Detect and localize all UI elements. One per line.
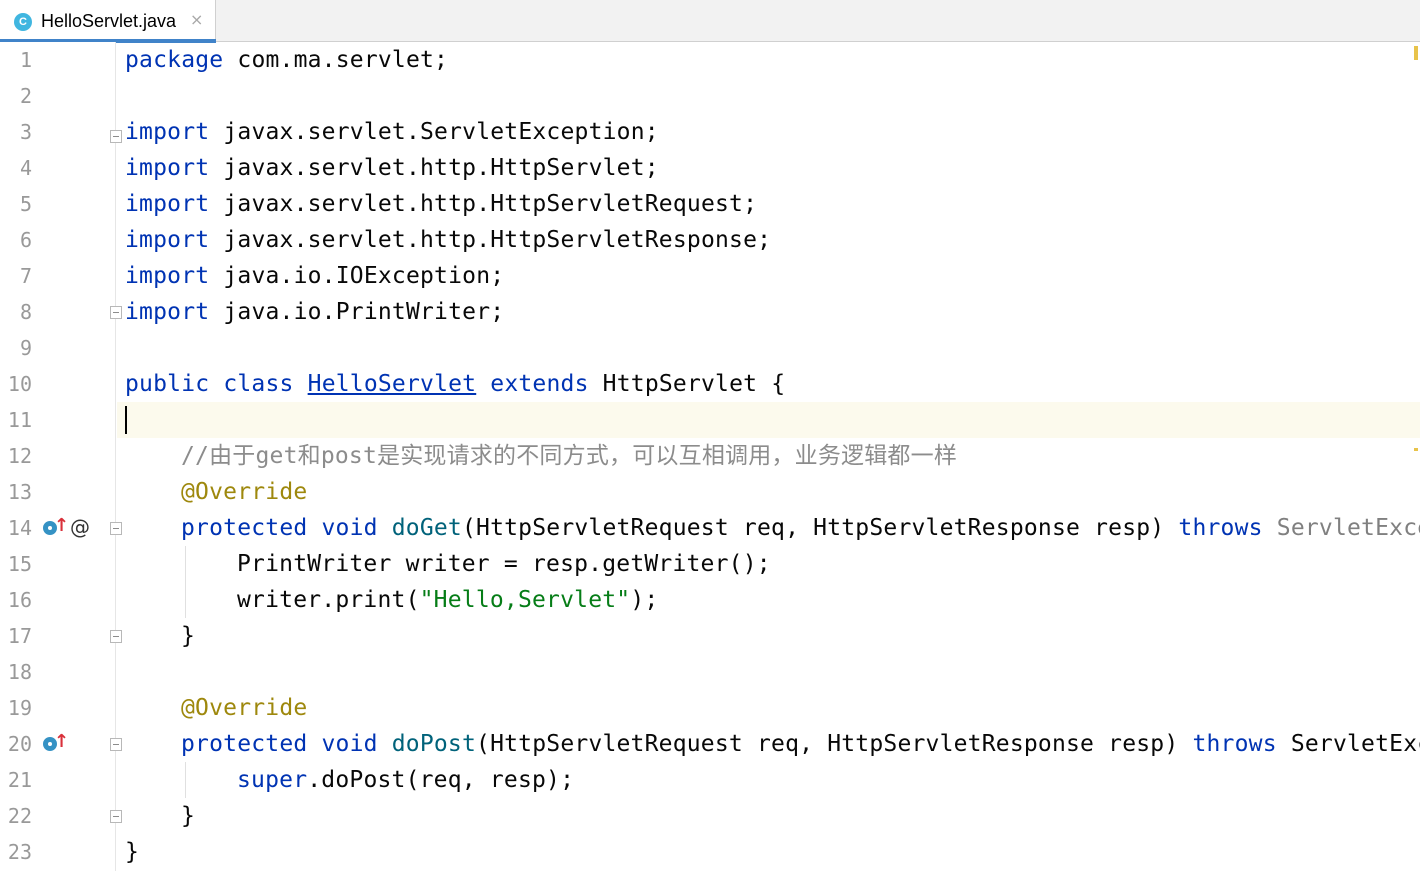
code-text: );	[630, 587, 659, 613]
method-name: doGet	[391, 515, 462, 541]
editor-tab-bar: C HelloServlet.java ×	[0, 0, 1420, 43]
line-number: 18	[7, 660, 32, 684]
keyword: public class	[125, 371, 294, 397]
code-text: (HttpServletRequest req, HttpServletResp…	[476, 731, 1179, 757]
line-number: 15	[7, 552, 32, 576]
code-text: }	[125, 839, 140, 865]
annotation: @Override	[181, 479, 308, 505]
current-line-highlight	[117, 402, 1420, 438]
keyword: import	[125, 263, 210, 289]
code-line-17[interactable]: }	[181, 618, 195, 654]
line-number: 8	[19, 300, 32, 324]
line-number: 6	[19, 228, 32, 252]
arrow-up-icon[interactable]: ↑	[54, 733, 69, 751]
indent-guide	[185, 762, 186, 798]
annotation-icon[interactable]: @	[70, 517, 90, 537]
code-text: javax.servlet.ServletException;	[209, 119, 659, 145]
line-number: 19	[7, 696, 32, 720]
line-number: 20	[7, 732, 32, 756]
code-text: ServletExc	[1290, 731, 1420, 757]
code-line-4[interactable]: import javax.servlet.http.HttpServlet;	[125, 150, 659, 186]
code-text: (HttpServletRequest req, HttpServletResp…	[461, 515, 1165, 541]
code-comment: //由于get和post是实现请求的不同方式，可以互相调用，业务逻辑都一样	[181, 443, 958, 469]
method-name: doPost	[391, 731, 477, 757]
keyword: throws	[1178, 515, 1263, 541]
code-line-13[interactable]: @Override	[181, 474, 307, 510]
code-text: }	[181, 623, 196, 649]
code-text: writer.print(	[237, 587, 420, 613]
scrollbar-marker[interactable]	[1414, 46, 1418, 60]
code-line-16[interactable]: writer.print("Hello,Servlet");	[237, 582, 658, 618]
class-name[interactable]: HelloServlet	[308, 371, 477, 397]
code-text: javax.servlet.http.HttpServletRequest;	[209, 191, 758, 217]
keyword: import	[125, 155, 210, 181]
code-text: ServletExce	[1276, 515, 1420, 541]
line-number: 5	[19, 192, 32, 216]
keyword: import	[125, 191, 210, 217]
code-line-1[interactable]: package com.ma.servlet;	[125, 42, 448, 78]
code-line-5[interactable]: import javax.servlet.http.HttpServletReq…	[125, 186, 757, 222]
string-literal: "Hello,Servlet"	[419, 587, 631, 613]
annotation: @Override	[181, 695, 308, 721]
arrow-up-icon[interactable]: ↑	[54, 517, 69, 535]
line-number: 3	[19, 120, 32, 144]
line-number: 22	[7, 804, 32, 828]
editor-gutter[interactable]: 1 2 3 4 5 6 7 8 9 10 11 12 13 14 15 16 1…	[0, 42, 122, 871]
keyword: throws	[1192, 731, 1277, 757]
code-line-15[interactable]: PrintWriter writer = resp.getWriter();	[237, 546, 771, 582]
line-number: 2	[19, 84, 32, 108]
keyword: import	[125, 299, 210, 325]
code-line-21[interactable]: super.doPost(req, resp);	[237, 762, 574, 798]
code-text: }	[181, 803, 196, 829]
keyword: import	[125, 227, 210, 253]
line-number: 17	[7, 624, 32, 648]
code-text: javax.servlet.http.HttpServlet;	[209, 155, 659, 181]
scrollbar-marker[interactable]	[1414, 448, 1418, 451]
code-line-20[interactable]: protected void doPost(HttpServletRequest…	[181, 726, 1420, 762]
code-text: com.ma.servlet;	[223, 47, 449, 73]
keyword: extends	[490, 371, 589, 397]
java-class-icon: C	[14, 13, 32, 31]
line-number: 14	[7, 516, 32, 540]
line-number: 1	[19, 48, 32, 72]
code-line-3[interactable]: import javax.servlet.ServletException;	[125, 114, 659, 150]
line-number: 9	[19, 336, 32, 360]
code-line-23[interactable]: }	[125, 834, 139, 870]
code-text: java.io.PrintWriter;	[209, 299, 505, 325]
line-number: 16	[7, 588, 32, 612]
line-number: 11	[7, 408, 32, 432]
line-number: 10	[7, 372, 32, 396]
code-line-12[interactable]: //由于get和post是实现请求的不同方式，可以互相调用，业务逻辑都一样	[181, 438, 957, 474]
code-text: java.io.IOException;	[209, 263, 505, 289]
code-editor[interactable]: package com.ma.servlet; import javax.ser…	[117, 42, 1420, 871]
code-text: .doPost(req, resp);	[307, 767, 575, 793]
code-text: PrintWriter writer = resp.getWriter();	[237, 551, 771, 577]
line-number: 21	[7, 768, 32, 792]
code-line-7[interactable]: import java.io.IOException;	[125, 258, 504, 294]
keyword: import	[125, 119, 210, 145]
code-text: HttpServlet {	[588, 371, 786, 397]
line-number: 7	[19, 264, 32, 288]
tab-hello-servlet[interactable]: C HelloServlet.java ×	[0, 0, 216, 43]
tab-label: HelloServlet.java	[41, 11, 177, 31]
keyword: package	[125, 47, 224, 73]
line-number: 12	[7, 444, 32, 468]
code-line-22[interactable]: }	[181, 798, 195, 834]
keyword: super	[237, 767, 308, 793]
line-number: 13	[7, 480, 32, 504]
code-line-19[interactable]: @Override	[181, 690, 307, 726]
keyword: protected void	[181, 515, 378, 541]
code-line-14[interactable]: protected void doGet(HttpServletRequest …	[181, 510, 1420, 546]
keyword: protected void	[181, 731, 378, 757]
indent-guide	[185, 546, 186, 618]
code-line-8[interactable]: import java.io.PrintWriter;	[125, 294, 504, 330]
text-caret	[125, 406, 127, 434]
code-line-6[interactable]: import javax.servlet.http.HttpServletRes…	[125, 222, 771, 258]
line-number: 4	[19, 156, 32, 180]
code-text: javax.servlet.http.HttpServletResponse;	[209, 227, 772, 253]
line-number: 23	[7, 840, 32, 864]
code-line-10[interactable]: public class HelloServlet extends HttpSe…	[125, 366, 785, 402]
close-icon[interactable]: ×	[190, 10, 203, 29]
